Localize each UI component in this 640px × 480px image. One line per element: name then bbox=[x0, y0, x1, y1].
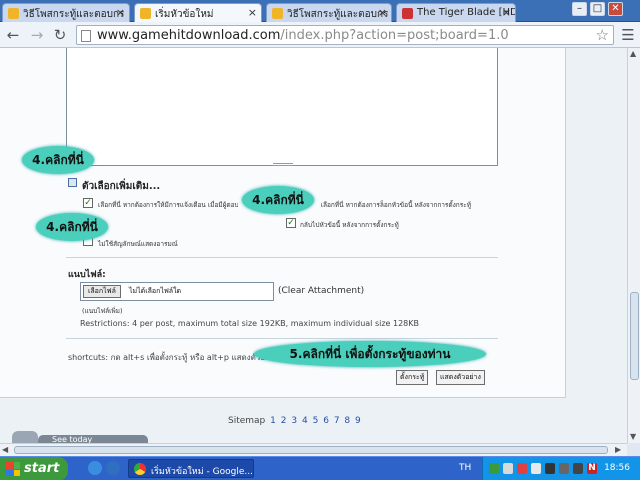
vertical-scrollbar[interactable]: ▲ ▼ bbox=[627, 48, 640, 443]
page-icon bbox=[81, 30, 91, 42]
scroll-up-arrow-icon[interactable]: ▲ bbox=[630, 49, 636, 58]
return-checkbox[interactable]: ✓ bbox=[286, 218, 296, 228]
maximize-button[interactable]: □ bbox=[590, 2, 605, 16]
ie-quicklaunch-icon[interactable] bbox=[106, 461, 120, 475]
tab-close-icon[interactable]: × bbox=[248, 6, 257, 19]
tab-1[interactable]: วิธีโพสกระทู้และตอบกร × bbox=[2, 3, 130, 22]
lock-label: เลือกที่นี่ หากต้องการล็อกหัวข้อนี้ หลัง… bbox=[320, 201, 471, 209]
close-window-button[interactable]: ✕ bbox=[608, 2, 623, 16]
tab-3[interactable]: วิธีโพสกระทู้และตอบกร × bbox=[266, 3, 392, 22]
ie-quicklaunch-icon[interactable] bbox=[88, 461, 102, 475]
more-attachments-link[interactable]: (แนบไฟล์เพิ่ม) bbox=[82, 306, 122, 316]
taskbar-clock: 18:56 bbox=[604, 463, 630, 473]
scroll-left-arrow-icon[interactable]: ◀ bbox=[2, 445, 8, 454]
windows-taskbar: start เริ่มหัวข้อใหม่ - Google... TH N 1… bbox=[0, 456, 640, 480]
collapse-icon[interactable] bbox=[68, 178, 77, 187]
sitemap-page-link[interactable]: 1 bbox=[270, 416, 276, 426]
task-label: เริ่มหัวข้อใหม่ - Google... bbox=[151, 467, 253, 477]
sitemap-page-link[interactable]: 4 bbox=[302, 416, 308, 426]
start-label: start bbox=[24, 461, 60, 476]
site-favicon-icon bbox=[140, 8, 151, 19]
security-icon[interactable] bbox=[517, 463, 527, 474]
menu-wrench-icon[interactable]: ☰ bbox=[619, 26, 637, 44]
preview-button[interactable]: แสดงตัวอย่าง bbox=[436, 370, 485, 385]
forward-arrow-icon[interactable]: → bbox=[28, 26, 46, 44]
sitemap-label[interactable]: Sitemap bbox=[228, 416, 265, 426]
chrome-icon bbox=[134, 463, 146, 475]
taskbar-chrome-window[interactable]: เริ่มหัวข้อใหม่ - Google... bbox=[128, 459, 254, 478]
network-icon[interactable] bbox=[489, 463, 499, 474]
url-text: www.gamehitdownload.com/index.php?action… bbox=[97, 28, 509, 43]
callout-step-4b: 4.คลิกที่นี่ bbox=[242, 186, 314, 214]
tab-label: วิธีโพสกระทู้และตอบกร bbox=[23, 9, 125, 20]
windows-logo-icon bbox=[6, 462, 20, 476]
vertical-scroll-thumb[interactable] bbox=[630, 292, 639, 380]
attachments-title: แนบไฟล์: bbox=[68, 270, 106, 280]
no-smileys-label: ไม่ใช้สัญลักษณ์แสดงอารมณ์ bbox=[98, 240, 178, 248]
browser-toolbar: ← → ↻ www.gamehitdownload.com/index.php?… bbox=[0, 22, 640, 48]
sitemap-page-link[interactable]: 7 bbox=[334, 416, 340, 426]
tray-app-icon[interactable] bbox=[545, 463, 555, 474]
scroll-right-arrow-icon[interactable]: ▶ bbox=[615, 445, 621, 454]
tray-app-icon[interactable] bbox=[531, 463, 541, 474]
sitemap-page-link[interactable]: 2 bbox=[281, 416, 287, 426]
callout-step-4a: 4.คลิกที่นี่ bbox=[22, 146, 94, 174]
youtube-favicon-icon bbox=[402, 8, 413, 19]
reload-icon[interactable]: ↻ bbox=[51, 26, 69, 44]
today-badge[interactable]: See today bbox=[38, 435, 148, 443]
sitemap-page-link[interactable]: 5 bbox=[313, 416, 319, 426]
minimize-button[interactable]: – bbox=[572, 2, 587, 16]
file-input[interactable]: เลือกไฟล์ ไม่ได้เลือกไฟล์ใด bbox=[80, 282, 274, 301]
callout-step-5: 5.คลิกที่นี่ เพื่อตั้งกระทู้ของท่าน bbox=[254, 341, 486, 367]
tab-2[interactable]: เริ่มหัวข้อใหม่ × bbox=[134, 3, 262, 23]
more-options-title[interactable]: ตัวเลือกเพิ่มเติม... bbox=[82, 179, 160, 194]
back-arrow-icon[interactable]: ← bbox=[4, 26, 22, 44]
tab-label: วิธีโพสกระทู้และตอบกร bbox=[287, 9, 389, 20]
horizontal-scroll-thumb[interactable] bbox=[14, 446, 608, 454]
sitemap-page-link[interactable]: 9 bbox=[355, 416, 361, 426]
tray-app-icon[interactable] bbox=[573, 463, 583, 474]
browser-tab-strip: วิธีโพสกระทู้และตอบกร × เริ่มหัวข้อใหม่ … bbox=[0, 0, 640, 23]
tab-label: เริ่มหัวข้อใหม่ bbox=[155, 9, 214, 20]
choose-file-button[interactable]: เลือกไฟล์ bbox=[83, 285, 121, 298]
bookmark-star-icon[interactable]: ☆ bbox=[596, 26, 609, 44]
url-host: www.gamehitdownload.com bbox=[97, 28, 281, 43]
tab-close-icon[interactable]: × bbox=[502, 6, 511, 19]
system-tray: N 18:56 bbox=[482, 457, 640, 480]
tab-close-icon[interactable]: × bbox=[116, 6, 125, 19]
resize-grip[interactable] bbox=[273, 163, 293, 166]
divider bbox=[66, 257, 498, 258]
callout-step-4c: 4.คลิกที่นี่ bbox=[36, 213, 108, 241]
sitemap-page-link[interactable]: 6 bbox=[323, 416, 329, 426]
site-favicon-icon bbox=[272, 8, 283, 19]
horizontal-scrollbar[interactable]: ◀ ▶ bbox=[0, 443, 627, 456]
tab-close-icon[interactable]: × bbox=[378, 6, 387, 19]
scroll-down-arrow-icon[interactable]: ▼ bbox=[630, 432, 636, 441]
tab-4[interactable]: The Tiger Blade [HD]( × bbox=[396, 3, 516, 22]
sitemap-page-link[interactable]: 3 bbox=[291, 416, 297, 426]
notify-label: เลือกที่นี่ หากต้องการให้มีการแจ้งเตือน … bbox=[98, 201, 238, 209]
page-content: ตัวเลือกเพิ่มเติม... ✓ เลือกที่นี่ หากต้… bbox=[0, 48, 627, 443]
start-button[interactable]: start bbox=[0, 457, 68, 480]
notify-checkbox[interactable]: ✓ bbox=[83, 198, 93, 208]
address-bar[interactable]: www.gamehitdownload.com/index.php?action… bbox=[76, 25, 614, 45]
post-form-panel: ตัวเลือกเพิ่มเติม... ✓ เลือกที่นี่ หากต้… bbox=[0, 48, 566, 398]
sitemap-page-link[interactable]: 8 bbox=[344, 416, 350, 426]
clear-attachment-link[interactable]: (Clear Attachment) bbox=[278, 286, 364, 296]
tray-n-icon[interactable]: N bbox=[587, 463, 597, 474]
speaker-icon[interactable] bbox=[559, 463, 569, 474]
url-path: /index.php?action=post;board=1.0 bbox=[280, 28, 509, 43]
divider bbox=[66, 338, 498, 339]
shortcuts-hint: shortcuts: กด alt+s เพื่อตั้งกระทู้ หรือ… bbox=[68, 353, 279, 362]
file-status: ไม่ได้เลือกไฟล์ใด bbox=[129, 287, 182, 295]
post-button[interactable]: ตั้งกระทู้ bbox=[396, 370, 429, 385]
today-badge-icon bbox=[12, 431, 38, 443]
sitemap: Sitemap 1 2 3 4 5 6 7 8 9 bbox=[228, 416, 361, 426]
tray-app-icon[interactable] bbox=[503, 463, 513, 474]
site-favicon-icon bbox=[8, 8, 19, 19]
return-label: กลับไปหัวข้อนี้ หลังจากการตั้งกระทู้ bbox=[300, 221, 399, 229]
language-indicator[interactable]: TH bbox=[459, 463, 471, 473]
attachment-restrictions: Restrictions: 4 per post, maximum total … bbox=[80, 319, 420, 328]
message-textarea[interactable] bbox=[66, 48, 498, 166]
